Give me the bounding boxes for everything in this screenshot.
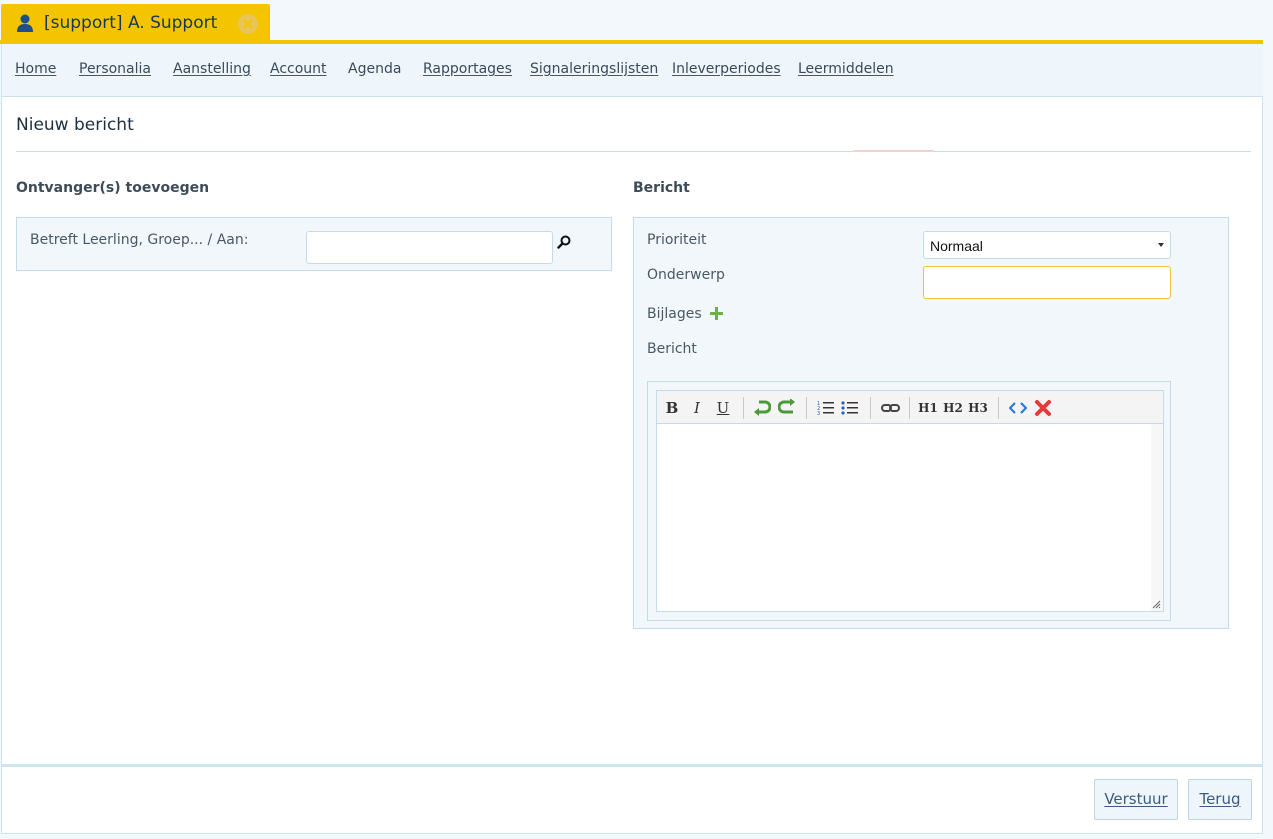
toolbar-separator	[870, 397, 871, 419]
remove-format-icon[interactable]	[1034, 399, 1052, 417]
redo-icon[interactable]	[778, 399, 796, 417]
nav-rapportages[interactable]: Rapportages	[423, 61, 512, 77]
h3-button[interactable]: H3	[968, 398, 988, 418]
back-button[interactable]: Terug	[1188, 779, 1252, 820]
title-divider	[16, 151, 1251, 152]
nav-inleverperiodes[interactable]: Inleverperiodes	[672, 61, 781, 77]
nav-leermiddelen[interactable]: Leermiddelen	[798, 61, 894, 77]
h2-button[interactable]: H2	[943, 398, 963, 418]
nav-home[interactable]: Home	[15, 61, 56, 77]
title-accent	[854, 150, 934, 152]
priority-label: Prioriteit	[647, 232, 707, 248]
attachments-label: Bijlages	[647, 306, 702, 322]
nav-account[interactable]: Account	[270, 61, 327, 77]
dropdown-arrow-icon	[1158, 243, 1164, 247]
main-nav: Home Personalia Aanstelling Account Agen…	[2, 44, 1263, 97]
toolbar-separator	[909, 397, 910, 419]
tab-support-user[interactable]: [support] A. Support	[1, 4, 270, 42]
recipients-label: Betreft Leerling, Groep... / Aan:	[30, 232, 249, 248]
recipients-input[interactable]	[306, 231, 553, 264]
subject-label: Onderwerp	[647, 267, 725, 283]
message-heading: Bericht	[633, 180, 690, 196]
bold-button[interactable]: B	[664, 398, 680, 418]
source-code-icon[interactable]	[1009, 401, 1027, 415]
nav-personalia[interactable]: Personalia	[79, 61, 151, 77]
editor-text-area[interactable]	[657, 424, 1151, 611]
search-icon[interactable]	[557, 235, 571, 249]
subject-input[interactable]	[923, 266, 1171, 299]
add-attachment-icon[interactable]	[710, 307, 723, 320]
send-button[interactable]: Verstuur	[1094, 779, 1178, 820]
footer-bar: Verstuur Terug	[1, 764, 1263, 834]
toolbar-separator	[806, 397, 807, 419]
italic-button[interactable]: I	[690, 398, 704, 418]
priority-value: Normaal	[930, 238, 983, 254]
nav-signaleringslijsten[interactable]: Signaleringslijsten	[530, 61, 658, 77]
nav-aanstelling[interactable]: Aanstelling	[173, 61, 251, 77]
tab-bar: [support] A. Support	[0, 0, 1273, 44]
user-icon	[17, 14, 33, 32]
h1-button[interactable]: H1	[918, 398, 938, 418]
main-panel: Home Personalia Aanstelling Account Agen…	[1, 44, 1263, 764]
underline-button[interactable]: U	[715, 398, 731, 418]
recipients-heading: Ontvanger(s) toevoegen	[16, 180, 210, 196]
ordered-list-icon[interactable]: 1 2 3	[817, 399, 835, 417]
editor-toolbar: B I U 1 2 3 H1 H2 H3	[657, 391, 1163, 424]
toolbar-separator	[998, 397, 999, 419]
body-label: Bericht	[647, 341, 697, 357]
close-tab-icon[interactable]	[238, 14, 258, 34]
priority-select[interactable]: Normaal	[923, 231, 1171, 259]
tab-label: [support] A. Support	[44, 13, 218, 33]
toolbar-separator	[743, 397, 744, 419]
resize-handle-icon[interactable]	[1152, 600, 1161, 609]
unordered-list-icon[interactable]	[841, 399, 859, 417]
recipients-box: Betreft Leerling, Groep... / Aan:	[16, 217, 612, 271]
undo-icon[interactable]	[753, 399, 771, 417]
nav-agenda[interactable]: Agenda	[348, 61, 401, 77]
rich-text-editor: B I U 1 2 3 H1 H2 H3	[656, 390, 1164, 612]
editor-scrollbar[interactable]	[1151, 424, 1163, 611]
link-icon[interactable]	[881, 400, 900, 416]
svg-text:3: 3	[817, 411, 820, 417]
page-title: Nieuw bericht	[16, 115, 134, 135]
